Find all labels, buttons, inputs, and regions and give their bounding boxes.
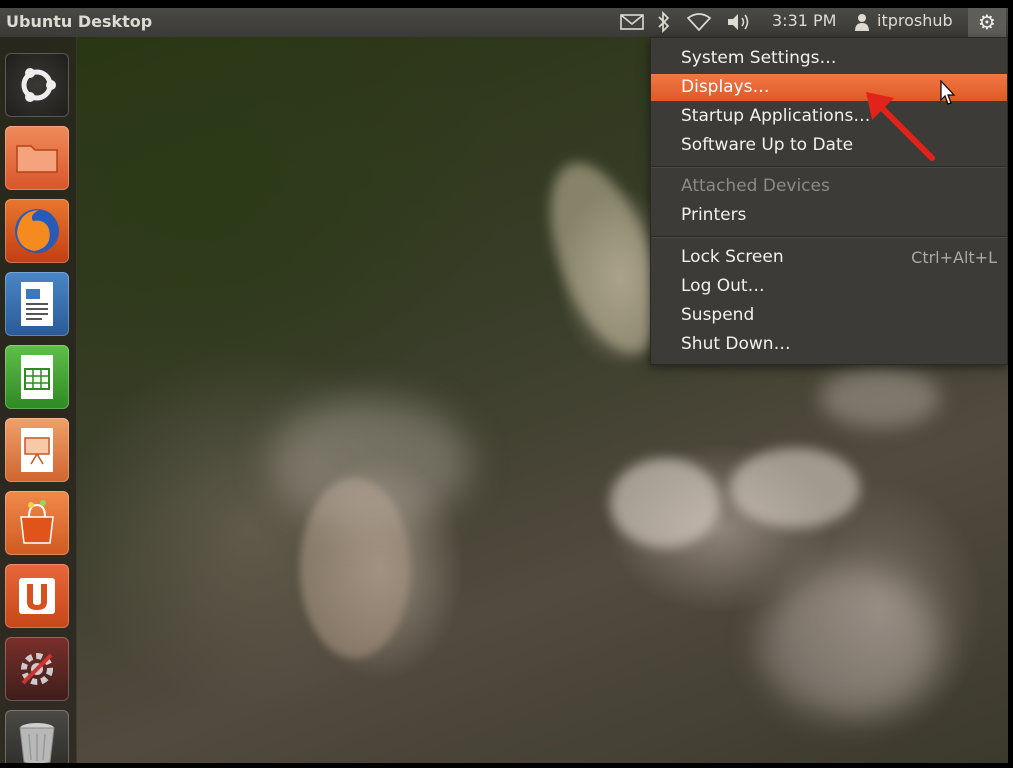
annotation-arrow-icon (866, 92, 935, 161)
writer-button[interactable] (5, 272, 69, 336)
ubuntu-one-icon (5, 578, 69, 632)
system-settings-button[interactable] (5, 637, 69, 701)
launcher (0, 37, 77, 763)
shopping-bag-icon (5, 500, 69, 559)
user-name[interactable]: itproshub (877, 11, 953, 33)
menu-item-label: Lock Screen (681, 247, 784, 267)
menu-item-label: Log Out… (681, 276, 765, 296)
mouse-cursor-icon (940, 80, 956, 105)
shortcut-label: Ctrl+Alt+L (911, 248, 997, 267)
menu-item-shut-down[interactable]: Shut Down… (651, 331, 1007, 358)
trash-icon (5, 723, 69, 763)
writer-icon (5, 282, 69, 340)
impress-icon (5, 428, 69, 486)
wifi-icon[interactable] (686, 12, 712, 34)
menu-item-lock-screen[interactable]: Lock Screen Ctrl+Alt+L (651, 244, 1007, 271)
impress-button[interactable] (5, 418, 69, 482)
wallpaper-flower (270, 398, 470, 528)
window-title: Ubuntu Desktop (6, 12, 153, 31)
wallpaper-flower (760, 568, 940, 718)
trash-button[interactable] (5, 710, 69, 763)
dash-home-button[interactable] (5, 53, 69, 117)
folder-icon (5, 145, 69, 194)
menu-item-software-up-to-date[interactable]: Software Up to Date (651, 132, 1007, 159)
firefox-icon (5, 209, 69, 267)
wallpaper-flower (820, 368, 940, 428)
menu-item-system-settings[interactable]: System Settings… (651, 45, 1007, 72)
menu-item-suspend[interactable]: Suspend (651, 302, 1007, 329)
menu-item-label: Printers (681, 205, 747, 225)
menu-item-label: Software Up to Date (681, 135, 854, 155)
settings-icon (5, 653, 69, 705)
menu-item-startup-applications[interactable]: Startup Applications… (651, 103, 1007, 130)
menu-item-label: Displays… (681, 77, 770, 97)
ubuntu-one-button[interactable] (5, 564, 69, 628)
session-gear-button[interactable]: ⚙ (968, 8, 1006, 37)
menu-item-log-out[interactable]: Log Out… (651, 273, 1007, 300)
calc-icon (5, 355, 69, 413)
menu-separator (651, 236, 1007, 238)
gear-icon: ⚙ (978, 10, 996, 34)
clock[interactable]: 3:31 PM (772, 11, 836, 33)
menu-separator (651, 166, 1007, 168)
menu-item-label: Startup Applications… (681, 106, 871, 126)
mail-icon[interactable] (620, 13, 644, 35)
software-center-button[interactable] (5, 491, 69, 555)
menu-item-label: Shut Down… (681, 334, 791, 354)
menu-item-label: System Settings… (681, 48, 837, 68)
wallpaper-flower (730, 448, 860, 528)
bluetooth-icon[interactable] (657, 10, 671, 34)
desktop[interactable]: Ubuntu Desktop 3:31 PM itproshub ⚙ Syste… (0, 8, 1008, 763)
top-panel: Ubuntu Desktop 3:31 PM itproshub ⚙ (0, 8, 1008, 37)
home-folder-button[interactable] (5, 126, 69, 190)
volume-icon[interactable] (726, 12, 754, 34)
menu-item-label: Suspend (681, 305, 755, 325)
wallpaper-flower (610, 458, 720, 548)
user-icon (854, 13, 870, 35)
menu-item-label: Attached Devices (681, 176, 830, 196)
menu-item-attached-devices: Attached Devices (651, 173, 1007, 200)
menu-item-printers[interactable]: Printers (651, 202, 1007, 229)
firefox-button[interactable] (5, 199, 69, 263)
calc-button[interactable] (5, 345, 69, 409)
ubuntu-logo-icon (5, 68, 69, 121)
